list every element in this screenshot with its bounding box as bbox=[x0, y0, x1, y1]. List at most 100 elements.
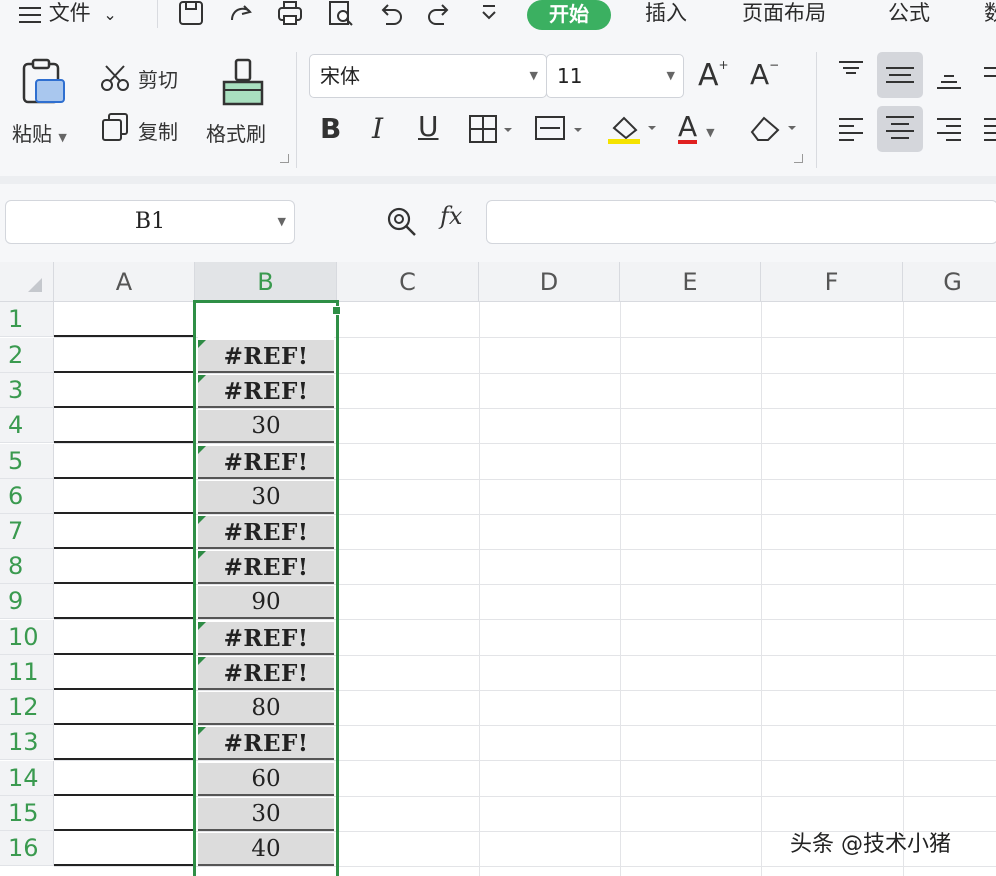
column-header-c[interactable]: C bbox=[337, 262, 479, 302]
column-header-a[interactable]: A bbox=[54, 262, 195, 302]
cell-b12[interactable]: 80 bbox=[198, 692, 334, 725]
fill-color-button[interactable] bbox=[606, 112, 658, 146]
tab-page-layout[interactable]: 页面布局 bbox=[742, 0, 826, 28]
name-box[interactable]: B1 ▼ bbox=[5, 200, 295, 244]
column-header-d[interactable]: D bbox=[479, 262, 620, 302]
select-all-button[interactable] bbox=[0, 262, 54, 302]
cell-b4[interactable]: 30 bbox=[198, 410, 334, 443]
font-launcher-icon[interactable] bbox=[794, 154, 803, 163]
cell-b8[interactable]: #REF! bbox=[198, 551, 334, 584]
align-top-icon[interactable] bbox=[836, 60, 866, 82]
save-icon[interactable] bbox=[176, 0, 206, 28]
cell-a12[interactable] bbox=[54, 690, 194, 725]
redo-icon[interactable] bbox=[424, 0, 454, 28]
fill-handle[interactable] bbox=[332, 306, 341, 315]
output-icon[interactable] bbox=[226, 0, 256, 28]
align-left-icon[interactable] bbox=[836, 116, 866, 142]
cell-b1[interactable] bbox=[198, 302, 334, 338]
file-menu-button[interactable]: 文件 ⌄ bbox=[18, 0, 117, 28]
format-painter-icon[interactable] bbox=[220, 58, 266, 110]
row-header-14[interactable]: 14 bbox=[0, 761, 54, 796]
align-right-icon[interactable] bbox=[934, 116, 964, 142]
merge-cells-button[interactable] bbox=[534, 114, 586, 144]
print-icon[interactable] bbox=[275, 0, 305, 28]
tab-insert[interactable]: 插入 bbox=[645, 0, 687, 28]
cell-b16[interactable]: 40 bbox=[198, 833, 334, 866]
cell-a5[interactable] bbox=[54, 444, 194, 479]
row-header-4[interactable]: 4 bbox=[0, 408, 54, 443]
format-painter-button[interactable]: 格式刷 bbox=[206, 118, 266, 147]
justify-icon[interactable] bbox=[982, 116, 996, 142]
cell-b3[interactable]: #REF! bbox=[198, 375, 334, 408]
paste-icon[interactable] bbox=[20, 58, 68, 108]
paste-button[interactable]: 粘贴 ▼ bbox=[12, 118, 67, 147]
column-header-f[interactable]: F bbox=[761, 262, 903, 302]
cell-b2[interactable]: #REF! bbox=[198, 340, 334, 373]
cell-a9[interactable] bbox=[54, 584, 194, 619]
borders-button[interactable] bbox=[468, 114, 514, 144]
font-color-button[interactable]: A ▼ bbox=[678, 110, 715, 144]
row-header-15[interactable]: 15 bbox=[0, 796, 54, 831]
cell-a3[interactable] bbox=[54, 373, 194, 408]
column-header-b[interactable]: B bbox=[195, 262, 337, 302]
row-header-16[interactable]: 16 bbox=[0, 831, 54, 866]
row-header-2[interactable]: 2 bbox=[0, 338, 54, 373]
row-header-5[interactable]: 5 bbox=[0, 444, 54, 479]
cell-b9[interactable]: 90 bbox=[198, 586, 334, 619]
cell-a8[interactable] bbox=[54, 549, 194, 584]
font-size-select[interactable]: 11 ▼ bbox=[546, 54, 684, 98]
decrease-font-size-button[interactable]: A− bbox=[750, 58, 779, 91]
insert-function-button[interactable]: fx bbox=[440, 202, 462, 230]
row-header-13[interactable]: 13 bbox=[0, 725, 54, 760]
cell-a7[interactable] bbox=[54, 514, 194, 549]
cell-b6[interactable]: 30 bbox=[198, 481, 334, 514]
tab-start[interactable]: 开始 bbox=[527, 0, 611, 30]
cell-a2[interactable] bbox=[54, 338, 194, 373]
zoom-find-icon[interactable] bbox=[386, 206, 418, 238]
font-name-select[interactable]: 宋体 ▼ bbox=[309, 54, 547, 98]
row-header-1[interactable]: 1 bbox=[0, 302, 54, 337]
cell-b10[interactable]: #REF! bbox=[198, 622, 334, 655]
align-bottom-icon[interactable] bbox=[934, 66, 964, 92]
more-align-icon[interactable] bbox=[982, 62, 996, 88]
bold-button[interactable]: B bbox=[320, 112, 341, 145]
tab-data[interactable]: 数 bbox=[984, 0, 996, 28]
cell-a16[interactable] bbox=[54, 831, 194, 866]
row-header-7[interactable]: 7 bbox=[0, 514, 54, 549]
undo-icon[interactable] bbox=[376, 0, 406, 28]
column-header-g[interactable]: G bbox=[903, 262, 996, 302]
cell-a11[interactable] bbox=[54, 655, 194, 690]
row-header-10[interactable]: 10 bbox=[0, 620, 54, 655]
row-header-12[interactable]: 12 bbox=[0, 690, 54, 725]
cell-a14[interactable] bbox=[54, 761, 194, 796]
row-header-9[interactable]: 9 bbox=[0, 584, 54, 619]
column-header-e[interactable]: E bbox=[620, 262, 761, 302]
print-preview-icon[interactable] bbox=[326, 0, 356, 28]
copy-button[interactable]: 复制 bbox=[138, 116, 178, 145]
cell-a15[interactable] bbox=[54, 796, 194, 831]
cell-b11[interactable]: #REF! bbox=[198, 657, 334, 690]
clipboard-launcher-icon[interactable] bbox=[280, 154, 289, 163]
cell-b14[interactable]: 60 bbox=[198, 763, 334, 796]
cell-b15[interactable]: 30 bbox=[198, 798, 334, 831]
cell-a6[interactable] bbox=[54, 479, 194, 514]
cell-a1[interactable] bbox=[54, 302, 194, 337]
cell-a13[interactable] bbox=[54, 725, 194, 760]
increase-font-size-button[interactable]: A+ bbox=[698, 58, 729, 93]
row-header-3[interactable]: 3 bbox=[0, 373, 54, 408]
row-header-11[interactable]: 11 bbox=[0, 655, 54, 690]
align-center-button[interactable] bbox=[877, 106, 923, 152]
row-header-8[interactable]: 8 bbox=[0, 549, 54, 584]
cell-a10[interactable] bbox=[54, 620, 194, 655]
cell-b5[interactable]: #REF! bbox=[198, 446, 334, 479]
cell-a4[interactable] bbox=[54, 408, 194, 443]
align-middle-button[interactable] bbox=[877, 52, 923, 98]
cut-button[interactable]: 剪切 bbox=[138, 64, 178, 93]
italic-button[interactable]: I bbox=[372, 112, 383, 145]
clear-format-button[interactable] bbox=[746, 112, 800, 144]
cell-b7[interactable]: #REF! bbox=[198, 516, 334, 549]
row-header-6[interactable]: 6 bbox=[0, 479, 54, 514]
formula-input[interactable] bbox=[486, 200, 996, 244]
quick-access-dropdown-icon[interactable] bbox=[474, 0, 504, 28]
underline-button[interactable]: U bbox=[418, 110, 439, 143]
